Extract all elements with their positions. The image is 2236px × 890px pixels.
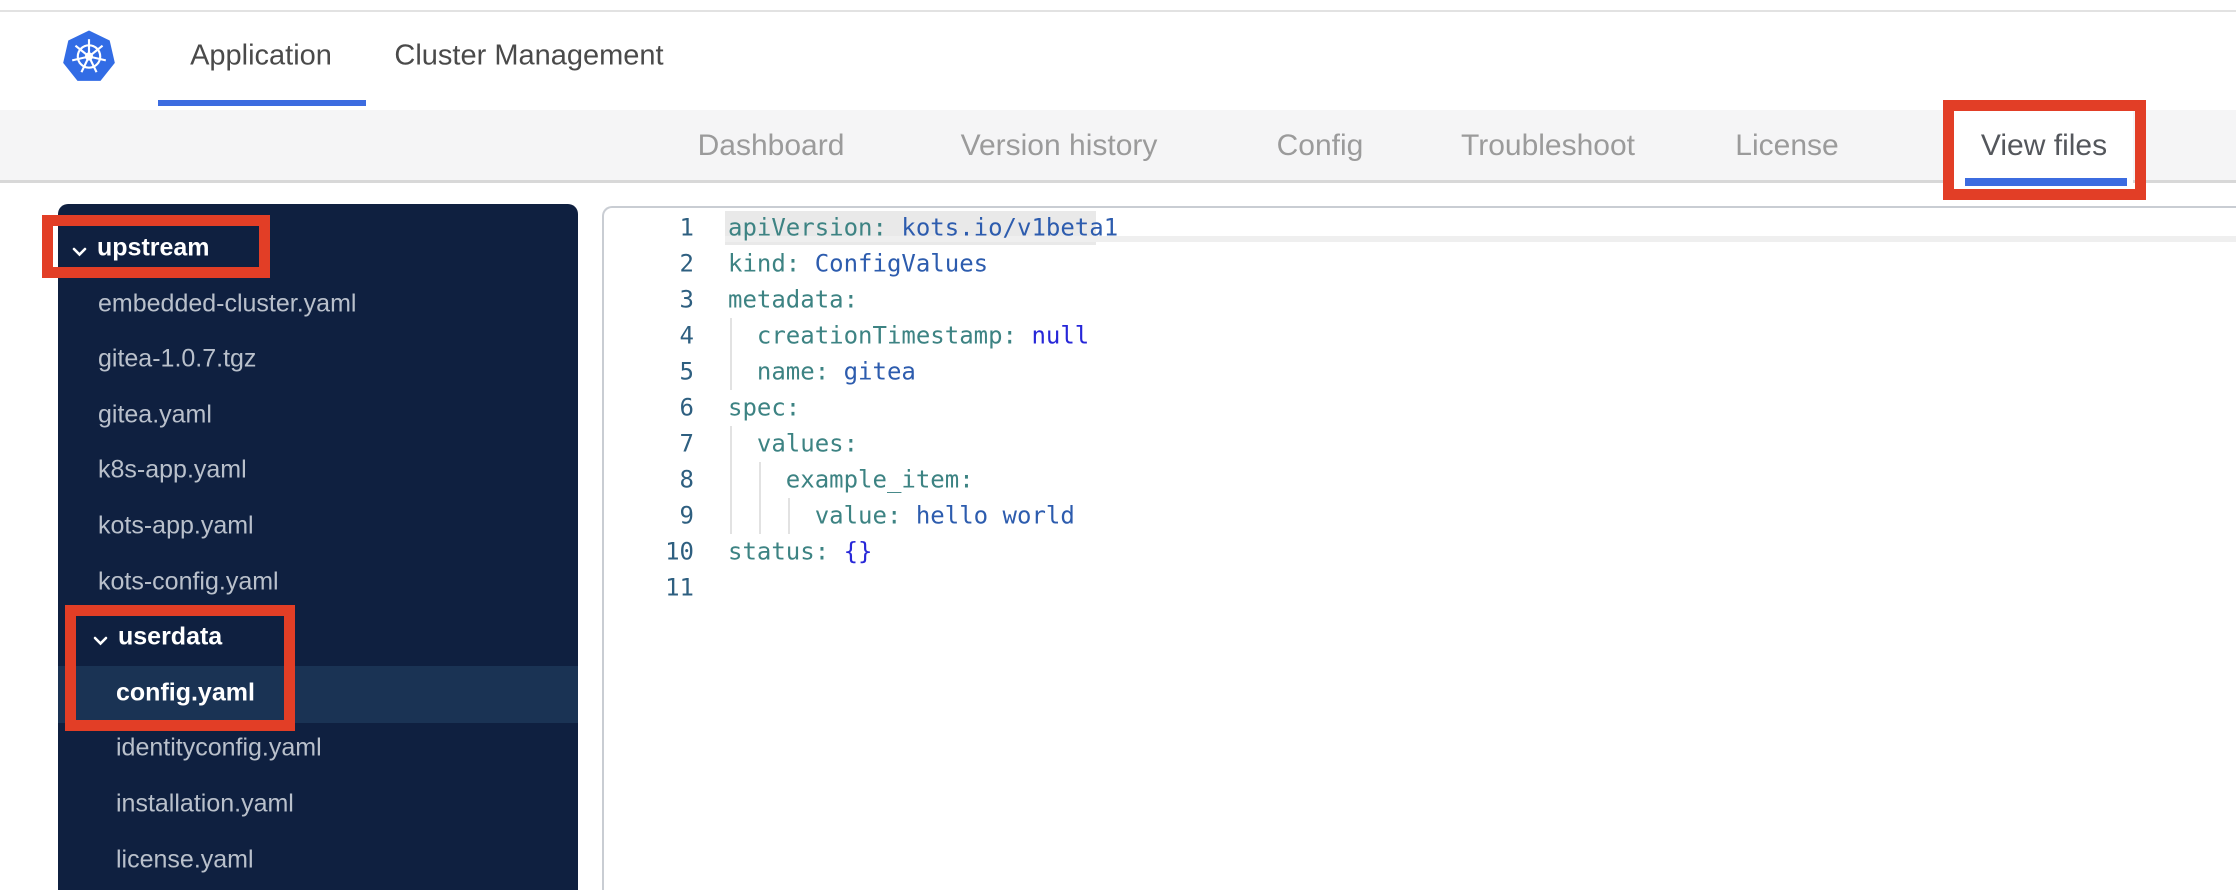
tab-application[interactable]: Application bbox=[190, 40, 332, 73]
line-number: 2 bbox=[679, 249, 694, 278]
subnav-item-version-history[interactable]: Version history bbox=[961, 129, 1158, 163]
line-number: 9 bbox=[679, 501, 694, 530]
tree-file-identityconfig-yaml[interactable]: identityconfig.yaml bbox=[116, 734, 322, 763]
tree-file-gitea-yaml[interactable]: gitea.yaml bbox=[98, 400, 212, 429]
tree-file-gitea-1-0-7-tgz[interactable]: gitea-1.0.7.tgz bbox=[98, 345, 256, 374]
code-line[interactable]: creationTimestamp: null bbox=[728, 321, 1089, 349]
tree-file-license-yaml[interactable]: license.yaml bbox=[116, 845, 254, 874]
line-number: 1 bbox=[679, 213, 694, 242]
code-line[interactable]: example_item: bbox=[728, 465, 974, 493]
code-line[interactable]: kind: ConfigValues bbox=[728, 249, 988, 277]
kubernetes-logo bbox=[62, 30, 116, 84]
tree-file-k8s-app-yaml[interactable]: k8s-app.yaml bbox=[98, 456, 247, 485]
code-line[interactable]: metadata: bbox=[728, 285, 858, 313]
line-number: 10 bbox=[665, 537, 694, 566]
annotation-box-upstream bbox=[42, 215, 270, 278]
line-number: 6 bbox=[679, 393, 694, 422]
line-number: 8 bbox=[679, 465, 694, 494]
subnav-item-config[interactable]: Config bbox=[1277, 129, 1364, 163]
window-top-border bbox=[0, 10, 2236, 12]
tree-file-installation-yaml[interactable]: installation.yaml bbox=[116, 789, 294, 818]
code-line[interactable]: name: gitea bbox=[728, 357, 916, 385]
code-line[interactable]: status: {} bbox=[728, 537, 873, 565]
tree-file-kots-config-yaml[interactable]: kots-config.yaml bbox=[98, 567, 279, 596]
line-number: 3 bbox=[679, 285, 694, 314]
line-number: 7 bbox=[679, 429, 694, 458]
code-line[interactable]: values: bbox=[728, 429, 858, 457]
line-number: 5 bbox=[679, 357, 694, 386]
active-tab-underline bbox=[158, 100, 366, 106]
subnav-item-license[interactable]: License bbox=[1735, 129, 1838, 163]
code-line[interactable]: value: hello world bbox=[728, 501, 1075, 529]
tree-file-embedded-cluster-yaml[interactable]: embedded-cluster.yaml bbox=[98, 289, 356, 318]
code-line[interactable]: apiVersion: kots.io/v1beta1 bbox=[728, 213, 1118, 241]
line-number: 11 bbox=[665, 573, 694, 602]
code-line[interactable]: spec: bbox=[728, 393, 800, 421]
tree-file-kots-app-yaml[interactable]: kots-app.yaml bbox=[98, 511, 254, 540]
annotation-box-view-files bbox=[1943, 100, 2146, 200]
tab-cluster-management[interactable]: Cluster Management bbox=[394, 40, 663, 73]
subnav-item-troubleshoot[interactable]: Troubleshoot bbox=[1461, 129, 1635, 163]
line-number: 4 bbox=[679, 321, 694, 350]
subnav-item-dashboard[interactable]: Dashboard bbox=[698, 129, 845, 163]
annotation-box-userdata-config bbox=[65, 605, 295, 731]
